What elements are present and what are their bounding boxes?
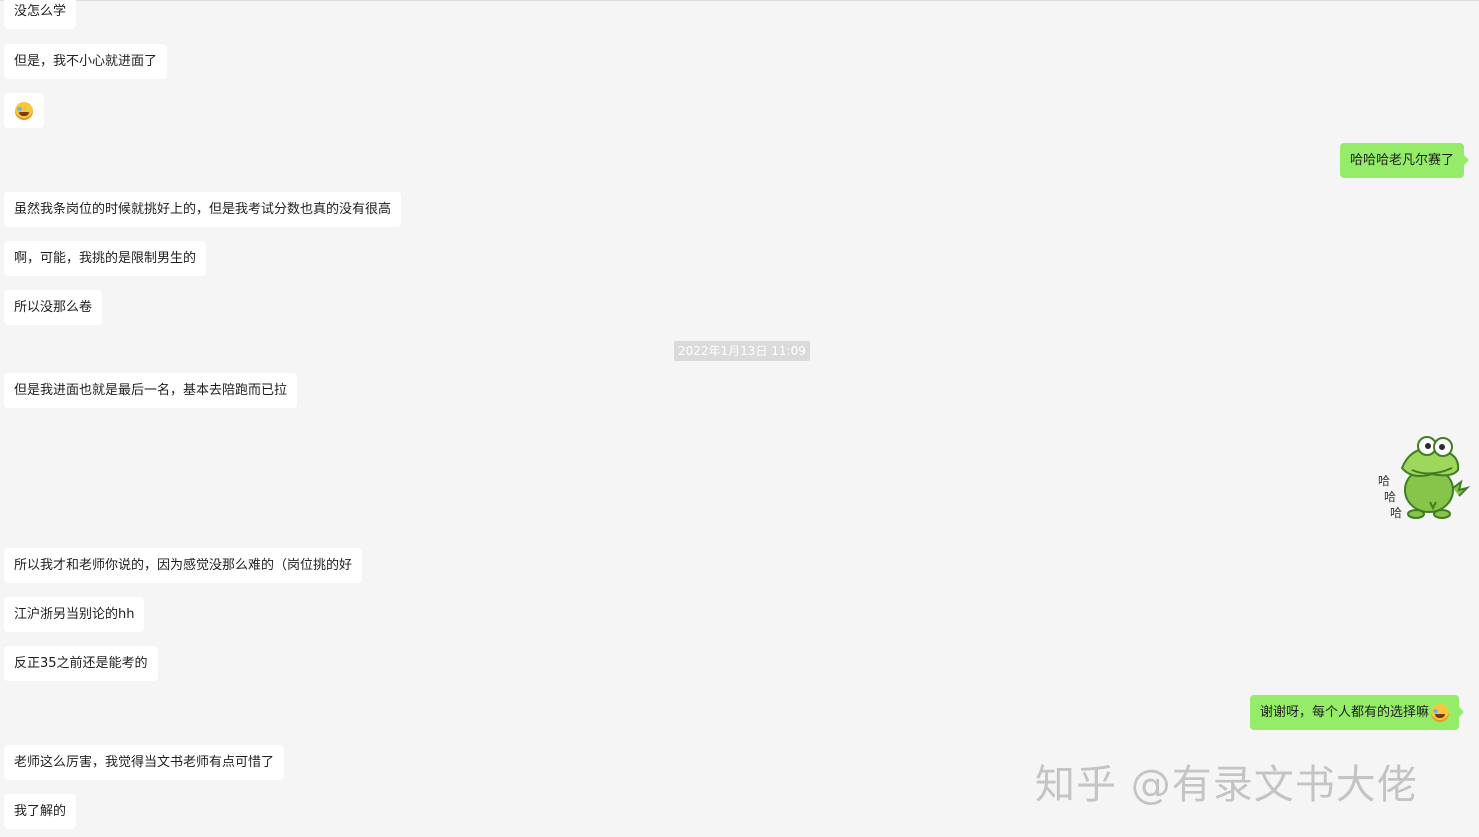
sticker-text: 哈 bbox=[1378, 474, 1390, 488]
received-message[interactable]: 老师这么厉害，我觉得当文书老师有点可惜了 bbox=[4, 745, 285, 780]
received-message[interactable]: 江沪浙另当别论的hh bbox=[4, 597, 145, 632]
sent-message-text: 谢谢呀，每个人都有的选择嘛 bbox=[1260, 705, 1430, 720]
received-message[interactable]: 啊，可能，我挑的是限制男生的 bbox=[4, 241, 207, 276]
received-emoji-message[interactable] bbox=[4, 93, 44, 128]
zhihu-watermark: 知乎 @有录文书大佬 bbox=[1035, 762, 1418, 808]
laughing-tears-emoji-icon bbox=[15, 101, 33, 120]
received-message[interactable]: 但是我进面也就是最后一名，基本去陪跑而已拉 bbox=[4, 373, 298, 408]
received-message[interactable]: 反正35之前还是能考的 bbox=[4, 646, 158, 681]
received-message[interactable]: 虽然我条岗位的时候就挑好上的，但是我考试分数也真的没有很高 bbox=[4, 192, 402, 227]
sticker-text: 哈 bbox=[1390, 506, 1402, 520]
sent-message[interactable]: 谢谢呀，每个人都有的选择嘛 bbox=[1250, 695, 1465, 730]
sticker-text: 哈 bbox=[1384, 490, 1396, 504]
received-message[interactable]: 我了解的 bbox=[4, 794, 77, 829]
received-message[interactable]: 所以没那么卷 bbox=[4, 290, 103, 325]
received-message[interactable]: 但是，我不小心就进面了 bbox=[4, 44, 168, 79]
sent-message[interactable]: 哈哈哈老凡尔赛了 bbox=[1340, 143, 1470, 178]
chat-timestamp: 2022年1月13日 11:09 bbox=[674, 341, 810, 361]
crocodile-sticker[interactable]: 哈 哈 哈 bbox=[1372, 428, 1472, 523]
laughing-tears-emoji-icon bbox=[1431, 703, 1450, 722]
received-message[interactable]: 所以我才和老师你说的，因为感觉没那么难的（岗位挑的好 bbox=[4, 548, 363, 583]
top-divider bbox=[0, 0, 1479, 1]
crocodile-laughing-icon: 哈 哈 哈 bbox=[1378, 436, 1471, 520]
received-message[interactable]: 没怎么学 bbox=[4, 0, 77, 29]
